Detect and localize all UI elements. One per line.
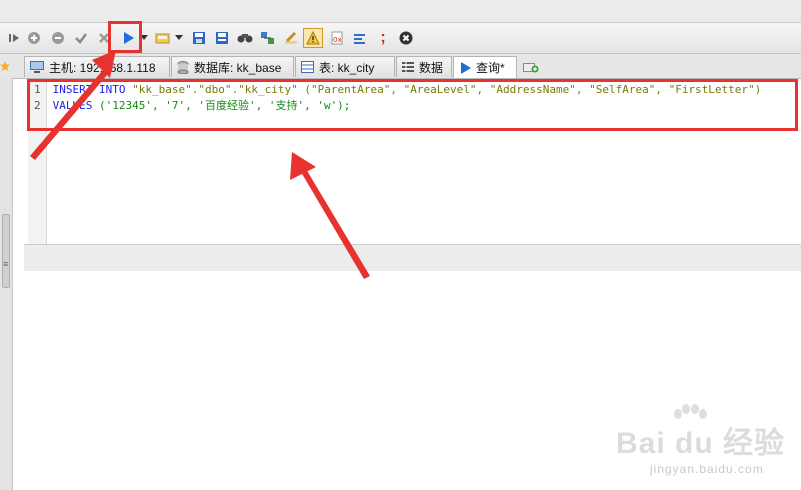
- arrow-to-sql-box: [290, 152, 370, 279]
- baidu-watermark: Bai du 经验 jingyan.baidu.com: [610, 404, 790, 484]
- watermark-text: Bai du 经验: [616, 427, 786, 460]
- arrow-to-run-button: [30, 50, 116, 160]
- watermark-url: jingyan.baidu.com: [650, 462, 764, 476]
